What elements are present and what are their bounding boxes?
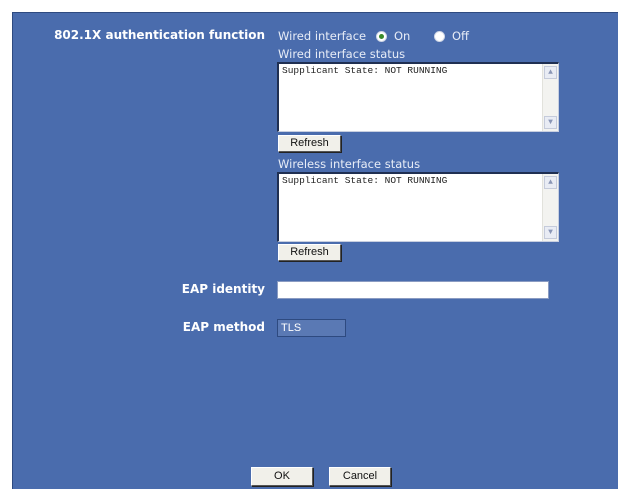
scroll-up-icon[interactable]: ▲: [544, 176, 557, 189]
auth-function-label: 802.1X authentication function: [54, 28, 265, 42]
wired-status-label: Wired interface status: [278, 47, 406, 61]
wireless-status-scrollbar[interactable]: ▲ ▼: [542, 174, 558, 241]
eap-identity-input[interactable]: [277, 281, 549, 299]
wired-status-textarea[interactable]: Supplicant State: NOT RUNNING ▲ ▼: [277, 62, 559, 132]
wireless-refresh-button[interactable]: Refresh: [278, 244, 341, 261]
wireless-status-text: Supplicant State: NOT RUNNING: [282, 175, 448, 186]
scroll-down-icon[interactable]: ▼: [544, 226, 557, 239]
scroll-up-icon[interactable]: ▲: [544, 66, 557, 79]
wired-status-scrollbar[interactable]: ▲ ▼: [542, 64, 558, 131]
eap-method-select[interactable]: TLS: [277, 319, 346, 337]
footer-bar: OK Cancel: [12, 459, 618, 489]
radio-off[interactable]: [434, 31, 445, 42]
radio-on-label: On: [394, 29, 411, 43]
eap-method-label: EAP method: [182, 320, 265, 334]
radio-on[interactable]: [376, 31, 387, 42]
scroll-down-icon[interactable]: ▼: [544, 116, 557, 129]
wired-interface-label: Wired interface: [278, 29, 367, 43]
radio-off-label: Off: [452, 29, 469, 43]
eap-identity-label: EAP identity: [181, 282, 265, 296]
wireless-status-textarea[interactable]: Supplicant State: NOT RUNNING ▲ ▼: [277, 172, 559, 242]
ok-button[interactable]: OK: [251, 467, 313, 486]
wireless-status-label: Wireless interface status: [278, 157, 421, 171]
cancel-button[interactable]: Cancel: [329, 467, 391, 486]
wired-status-text: Supplicant State: NOT RUNNING: [282, 65, 448, 76]
wired-refresh-button[interactable]: Refresh: [278, 135, 341, 152]
settings-panel: 802.1X authentication function Wired int…: [12, 12, 618, 460]
